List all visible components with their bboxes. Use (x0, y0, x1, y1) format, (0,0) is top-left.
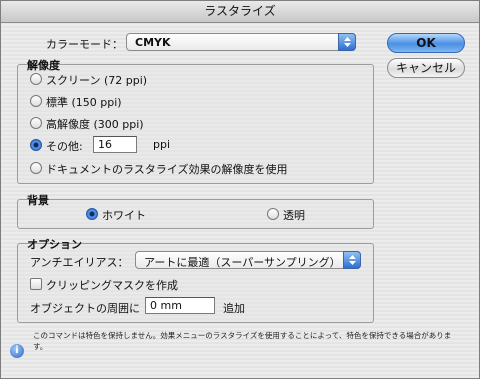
background-group (17, 199, 374, 229)
spot-color-note: このコマンドは特色を保持しません。効果メニューのラスタライズを使用することによっ… (33, 331, 452, 351)
resolution-other-radio[interactable] (30, 139, 42, 151)
surround-label: オブジェクトの周囲に (30, 302, 140, 315)
resolution-other-label: その他: (46, 140, 83, 153)
background-transparent-radio[interactable] (267, 208, 279, 220)
resolution-screen-radio[interactable] (30, 73, 42, 85)
surround-suffix-label: 追加 (223, 302, 245, 315)
resolution-medium-label: 標準 (150 ppi) (46, 96, 122, 109)
options-legend: オプション (27, 238, 82, 251)
background-transparent-label: 透明 (283, 209, 305, 222)
resolution-unit-label: ppi (153, 138, 171, 151)
background-white-radio[interactable] (86, 208, 98, 220)
color-mode-select[interactable]: CMYK (126, 33, 356, 51)
antialias-select[interactable]: アートに最適（スーパーサンプリング） (135, 251, 361, 269)
surround-input[interactable]: 0 mm (145, 297, 215, 314)
clipping-mask-label: クリッピングマスクを作成 (46, 279, 178, 292)
color-mode-value: CMYK (135, 36, 171, 49)
antialias-value: アートに最適（スーパーサンプリング） (144, 256, 341, 269)
cancel-button[interactable]: キャンセル (387, 58, 465, 78)
select-arrows-icon (343, 251, 361, 269)
resolution-high-label: 高解像度 (300 ppi) (46, 118, 144, 131)
background-legend: 背景 (27, 194, 49, 207)
select-arrows-icon (338, 33, 356, 51)
resolution-legend: 解像度 (27, 59, 60, 72)
background-white-label: ホワイト (102, 209, 146, 222)
clipping-mask-checkbox[interactable] (30, 278, 42, 290)
resolution-high-radio[interactable] (30, 117, 42, 129)
dialog-title: ラスタライズ (1, 1, 479, 23)
resolution-screen-label: スクリーン (72 ppi) (46, 74, 148, 87)
ok-button[interactable]: OK (387, 33, 465, 53)
resolution-other-input[interactable]: 16 (93, 136, 137, 153)
resolution-medium-radio[interactable] (30, 95, 42, 107)
resolution-document-radio[interactable] (30, 162, 42, 174)
resolution-document-label: ドキュメントのラスタライズ効果の解像度を使用 (46, 163, 288, 176)
color-mode-label: カラーモード： (46, 38, 123, 51)
info-icon: i (10, 344, 24, 358)
antialias-label: アンチエイリアス： (30, 256, 129, 269)
rasterize-dialog: ラスタライズ カラーモード： CMYK OK キャンセル 解像度 スクリーン (… (0, 0, 480, 379)
